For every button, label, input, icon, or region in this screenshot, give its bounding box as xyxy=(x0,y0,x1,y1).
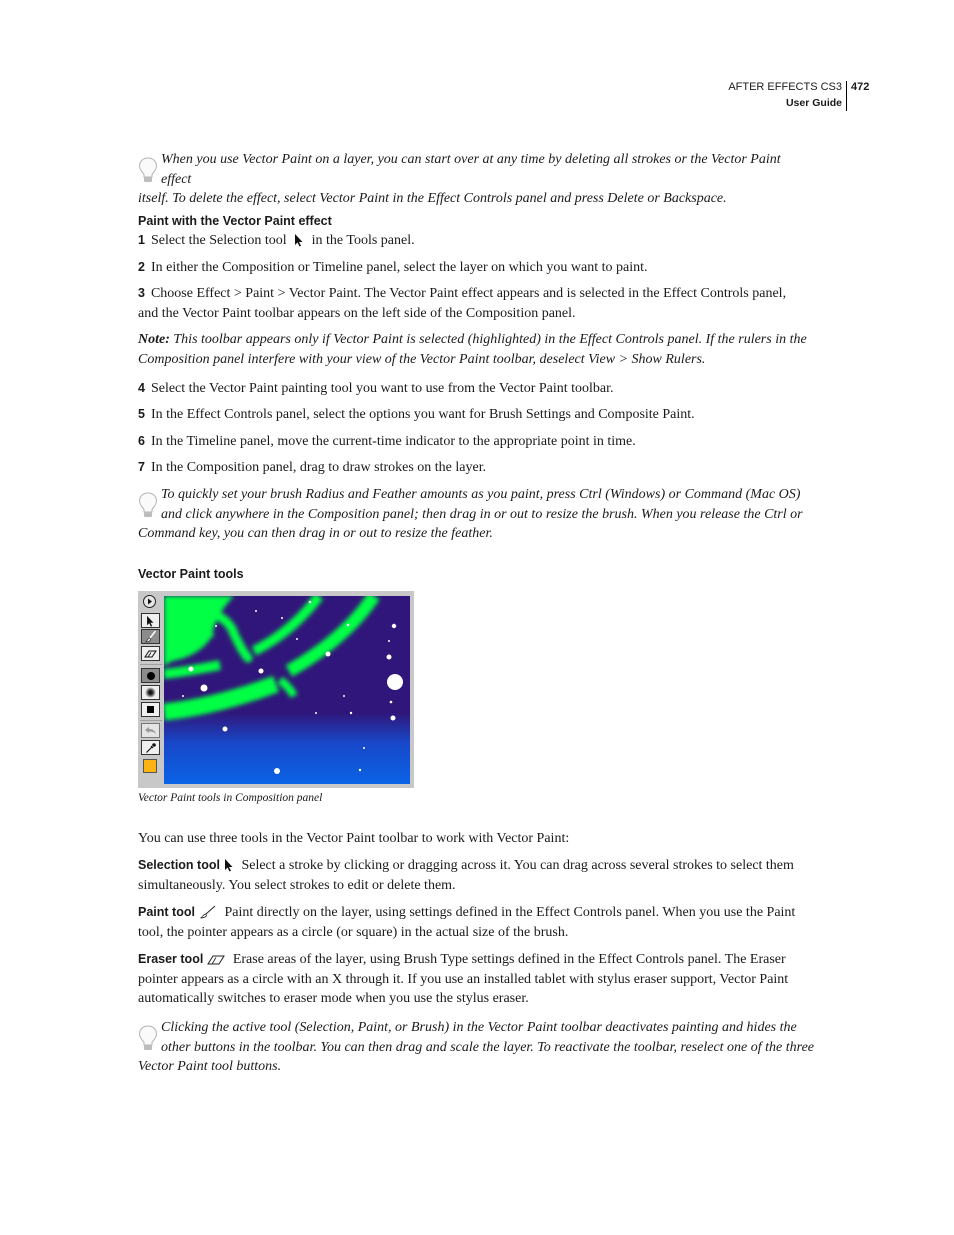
tool-desc-paint: Paint tool Paint directly on the layer, … xyxy=(138,903,814,942)
step-6: 6 In the Timeline panel, move the current… xyxy=(138,432,814,452)
eraser-icon xyxy=(144,650,157,657)
step-number: 7 xyxy=(138,460,145,474)
composition-canvas[interactable] xyxy=(164,596,410,784)
tip-line: To quickly set your brush Radius and Fea… xyxy=(161,487,801,502)
section-heading-tools: Vector Paint tools xyxy=(138,567,244,581)
square-brush-icon xyxy=(147,706,154,713)
tip-delete-effect: When you use Vector Paint on a layer, yo… xyxy=(138,150,814,209)
soft-brush-icon xyxy=(145,687,156,698)
tools-intro: You can use three tools in the Vector Pa… xyxy=(138,831,570,846)
term-label: Selection tool xyxy=(138,858,220,872)
tip-line: other buttons in the toolbar. You can th… xyxy=(161,1039,814,1055)
toolbar-divider xyxy=(140,664,162,665)
toolbar-divider xyxy=(140,720,162,721)
term-label: Eraser tool xyxy=(138,952,204,966)
term-text: Erase areas of the layer, using Brush Ty… xyxy=(232,952,786,967)
step-text: in the Tools panel. xyxy=(311,233,415,248)
header-titles: AFTER EFFECTS CS3 User Guide xyxy=(728,79,842,111)
step-number: 2 xyxy=(138,260,145,274)
term-text: automatically switches to eraser mode wh… xyxy=(138,991,529,1007)
tip-line: Clicking the active tool (Selection, Pai… xyxy=(161,1020,797,1035)
lightbulb-icon xyxy=(138,1025,158,1050)
product-name: AFTER EFFECTS CS3 xyxy=(728,81,842,93)
soft-brush-button[interactable] xyxy=(141,685,160,700)
step-number: 3 xyxy=(138,286,145,300)
lightbulb-icon xyxy=(138,157,158,182)
undo-button[interactable] xyxy=(141,723,160,738)
step-number: 4 xyxy=(138,381,145,395)
term-text: tool, the pointer appears as a circle (o… xyxy=(138,924,569,940)
step-text: In the Effect Controls panel, select the… xyxy=(150,407,695,422)
lightbulb-icon xyxy=(138,492,158,517)
selection-arrow-icon xyxy=(224,859,233,872)
paint-brush-icon xyxy=(144,630,156,643)
step-number: 6 xyxy=(138,434,145,448)
step-text: Choose Effect > Paint > Vector Paint. Th… xyxy=(150,286,787,301)
tool-desc-eraser: Eraser tool Erase areas of the layer, us… xyxy=(138,950,814,1009)
eyedropper-icon xyxy=(145,742,156,753)
tip-brush-radius: To quickly set your brush Radius and Fea… xyxy=(138,485,814,544)
eraser-tool-button[interactable] xyxy=(141,646,160,661)
square-brush-button[interactable] xyxy=(141,702,160,717)
tip-line: When you use Vector Paint on a layer, yo… xyxy=(161,152,781,187)
step-text: and the Vector Paint toolbar appears on … xyxy=(138,305,576,321)
hard-brush-icon xyxy=(146,671,155,680)
selection-arrow-icon xyxy=(147,615,154,627)
undo-icon xyxy=(145,727,156,734)
step-text: Select the Vector Paint painting tool yo… xyxy=(150,381,614,396)
step-7: 7 In the Composition panel, drag to draw … xyxy=(138,458,814,478)
vector-paint-figure xyxy=(138,591,414,788)
step-text: In the Composition panel, drag to draw s… xyxy=(150,460,487,475)
step-text: In the Timeline panel, move the current-… xyxy=(150,434,636,449)
term-text: simultaneously. You select strokes to ed… xyxy=(138,877,456,893)
step-2: 2 In either the Composition or Timeline p… xyxy=(138,258,814,278)
step-4: 4 Select the Vector Paint painting tool y… xyxy=(138,379,814,399)
hard-brush-button[interactable] xyxy=(141,668,160,683)
step-5: 5 In the Effect Controls panel, select th… xyxy=(138,405,814,425)
header-divider xyxy=(846,81,847,111)
term-text: pointer appears as a circle with an X th… xyxy=(138,971,789,987)
step-1: 1 Select the Selection tool in the Tools … xyxy=(138,231,814,251)
term-label: Paint tool xyxy=(138,905,195,919)
paint-brush-icon xyxy=(200,905,216,919)
paint-tool-button[interactable] xyxy=(141,629,160,644)
vector-paint-toolbar xyxy=(140,593,162,783)
tip-line: Vector Paint tool buttons. xyxy=(138,1059,282,1075)
figure-caption: Vector Paint tools in Composition panel xyxy=(138,792,323,804)
section-heading-paint: Paint with the Vector Paint effect xyxy=(138,214,332,228)
play-options-icon[interactable] xyxy=(143,595,156,608)
color-swatch[interactable] xyxy=(143,759,157,773)
tip-line: Command key, you can then drag in or out… xyxy=(138,526,493,542)
tip-line: and click anywhere in the Composition pa… xyxy=(161,506,803,522)
eyedropper-button[interactable] xyxy=(141,740,160,755)
note-text: Composition panel interfere with your vi… xyxy=(138,351,706,367)
note-text: This toolbar appears only if Vector Pain… xyxy=(173,332,807,347)
eraser-icon xyxy=(207,955,226,965)
moon xyxy=(387,674,403,690)
step-number: 1 xyxy=(138,233,145,247)
term-text: Select a stroke by clicking or dragging … xyxy=(241,858,794,873)
tip-line: itself. To delete the effect, select Vec… xyxy=(138,191,727,207)
term-text: Paint directly on the layer, using setti… xyxy=(224,905,796,920)
guide-name: User Guide xyxy=(785,97,842,109)
page-number: 472 xyxy=(851,81,870,93)
selection-tool-button[interactable] xyxy=(141,613,160,628)
step-text: Select the Selection tool xyxy=(150,233,287,248)
step-text: In either the Composition or Timeline pa… xyxy=(150,260,648,275)
step-3: 3 Choose Effect > Paint > Vector Paint. T… xyxy=(138,284,814,323)
note-toolbar: Note: This toolbar appears only if Vecto… xyxy=(138,330,814,369)
tip-active-tool: Clicking the active tool (Selection, Pai… xyxy=(138,1018,814,1077)
selection-arrow-icon xyxy=(295,234,303,247)
tool-desc-selection: Selection tool Select a stroke by clicki… xyxy=(138,856,814,895)
note-label: Note: xyxy=(138,332,170,347)
step-number: 5 xyxy=(138,407,145,421)
